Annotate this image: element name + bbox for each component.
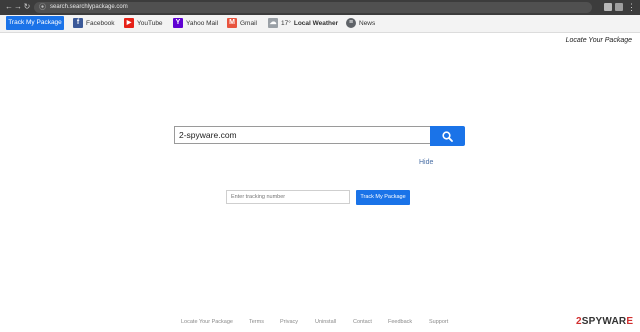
- weather-temp: 17°: [281, 19, 291, 27]
- browser-menu-icon[interactable]: ⋮: [627, 1, 636, 13]
- toolbar-item-gmail[interactable]: M Gmail: [227, 16, 257, 30]
- locate-package-link[interactable]: Locate Your Package: [566, 37, 632, 44]
- toolbar-item-label: Yahoo Mail: [186, 19, 219, 27]
- search-input[interactable]: [174, 126, 430, 144]
- toolbar-item-label: YouTube: [137, 19, 163, 27]
- toolbar-item-facebook[interactable]: f Facebook: [73, 16, 115, 30]
- address-bar[interactable]: ⦿ search.searchlypackage.com: [34, 2, 592, 13]
- extension-icon-2[interactable]: [615, 3, 623, 11]
- footer-link-uninstall[interactable]: Uninstall: [315, 319, 336, 325]
- toolbar-item-local-weather[interactable]: ☁ 17° Local Weather: [268, 16, 338, 30]
- youtube-icon: ▶: [124, 18, 134, 28]
- yahoo-icon: Y: [173, 18, 183, 28]
- extension-toolbar: Track My Package f Facebook ▶ YouTube Y …: [0, 15, 640, 33]
- weather-icon: ☁: [268, 18, 278, 28]
- footer-link-feedback[interactable]: Feedback: [388, 319, 412, 325]
- hide-link[interactable]: Hide: [419, 159, 433, 166]
- reload-icon[interactable]: ↻: [22, 2, 32, 12]
- footer-link-support[interactable]: Support: [429, 319, 448, 325]
- footer: Locate Your Package Terms Privacy Uninst…: [0, 317, 640, 329]
- watermark-logo: 2SPYWARE: [576, 316, 634, 327]
- footer-link-contact[interactable]: Contact: [353, 319, 372, 325]
- facebook-icon: f: [73, 18, 83, 28]
- extension-icon[interactable]: [604, 3, 612, 11]
- gmail-icon: M: [227, 18, 237, 28]
- track-my-package-button[interactable]: Track My Package: [356, 190, 410, 205]
- search-icon: [442, 131, 453, 142]
- toolbar-item-yahoo-mail[interactable]: Y Yahoo Mail: [173, 16, 218, 30]
- search-button[interactable]: [430, 126, 465, 146]
- browser-bar: ← → ↻ ⦿ search.searchlypackage.com ⋮: [0, 0, 640, 15]
- news-icon: ≡: [346, 18, 356, 28]
- tracking-number-input[interactable]: [226, 190, 350, 204]
- footer-link-locate[interactable]: Locate Your Package: [181, 319, 233, 325]
- track-package-button[interactable]: Track My Package: [6, 16, 64, 30]
- address-url: search.searchlypackage.com: [50, 4, 128, 10]
- toolbar-item-news[interactable]: ≡ News: [346, 16, 375, 30]
- toolbar-item-label: News: [359, 19, 376, 27]
- toolbar-item-youtube[interactable]: ▶ YouTube: [124, 16, 163, 30]
- toolbar-item-label: Local Weather: [293, 19, 339, 27]
- toolbar-item-label: Facebook: [86, 19, 115, 27]
- footer-link-terms[interactable]: Terms: [249, 319, 264, 325]
- lock-icon: ⦿: [39, 4, 46, 11]
- search-box: [174, 126, 465, 146]
- footer-link-privacy[interactable]: Privacy: [280, 319, 298, 325]
- toolbar-item-label: Gmail: [240, 19, 257, 27]
